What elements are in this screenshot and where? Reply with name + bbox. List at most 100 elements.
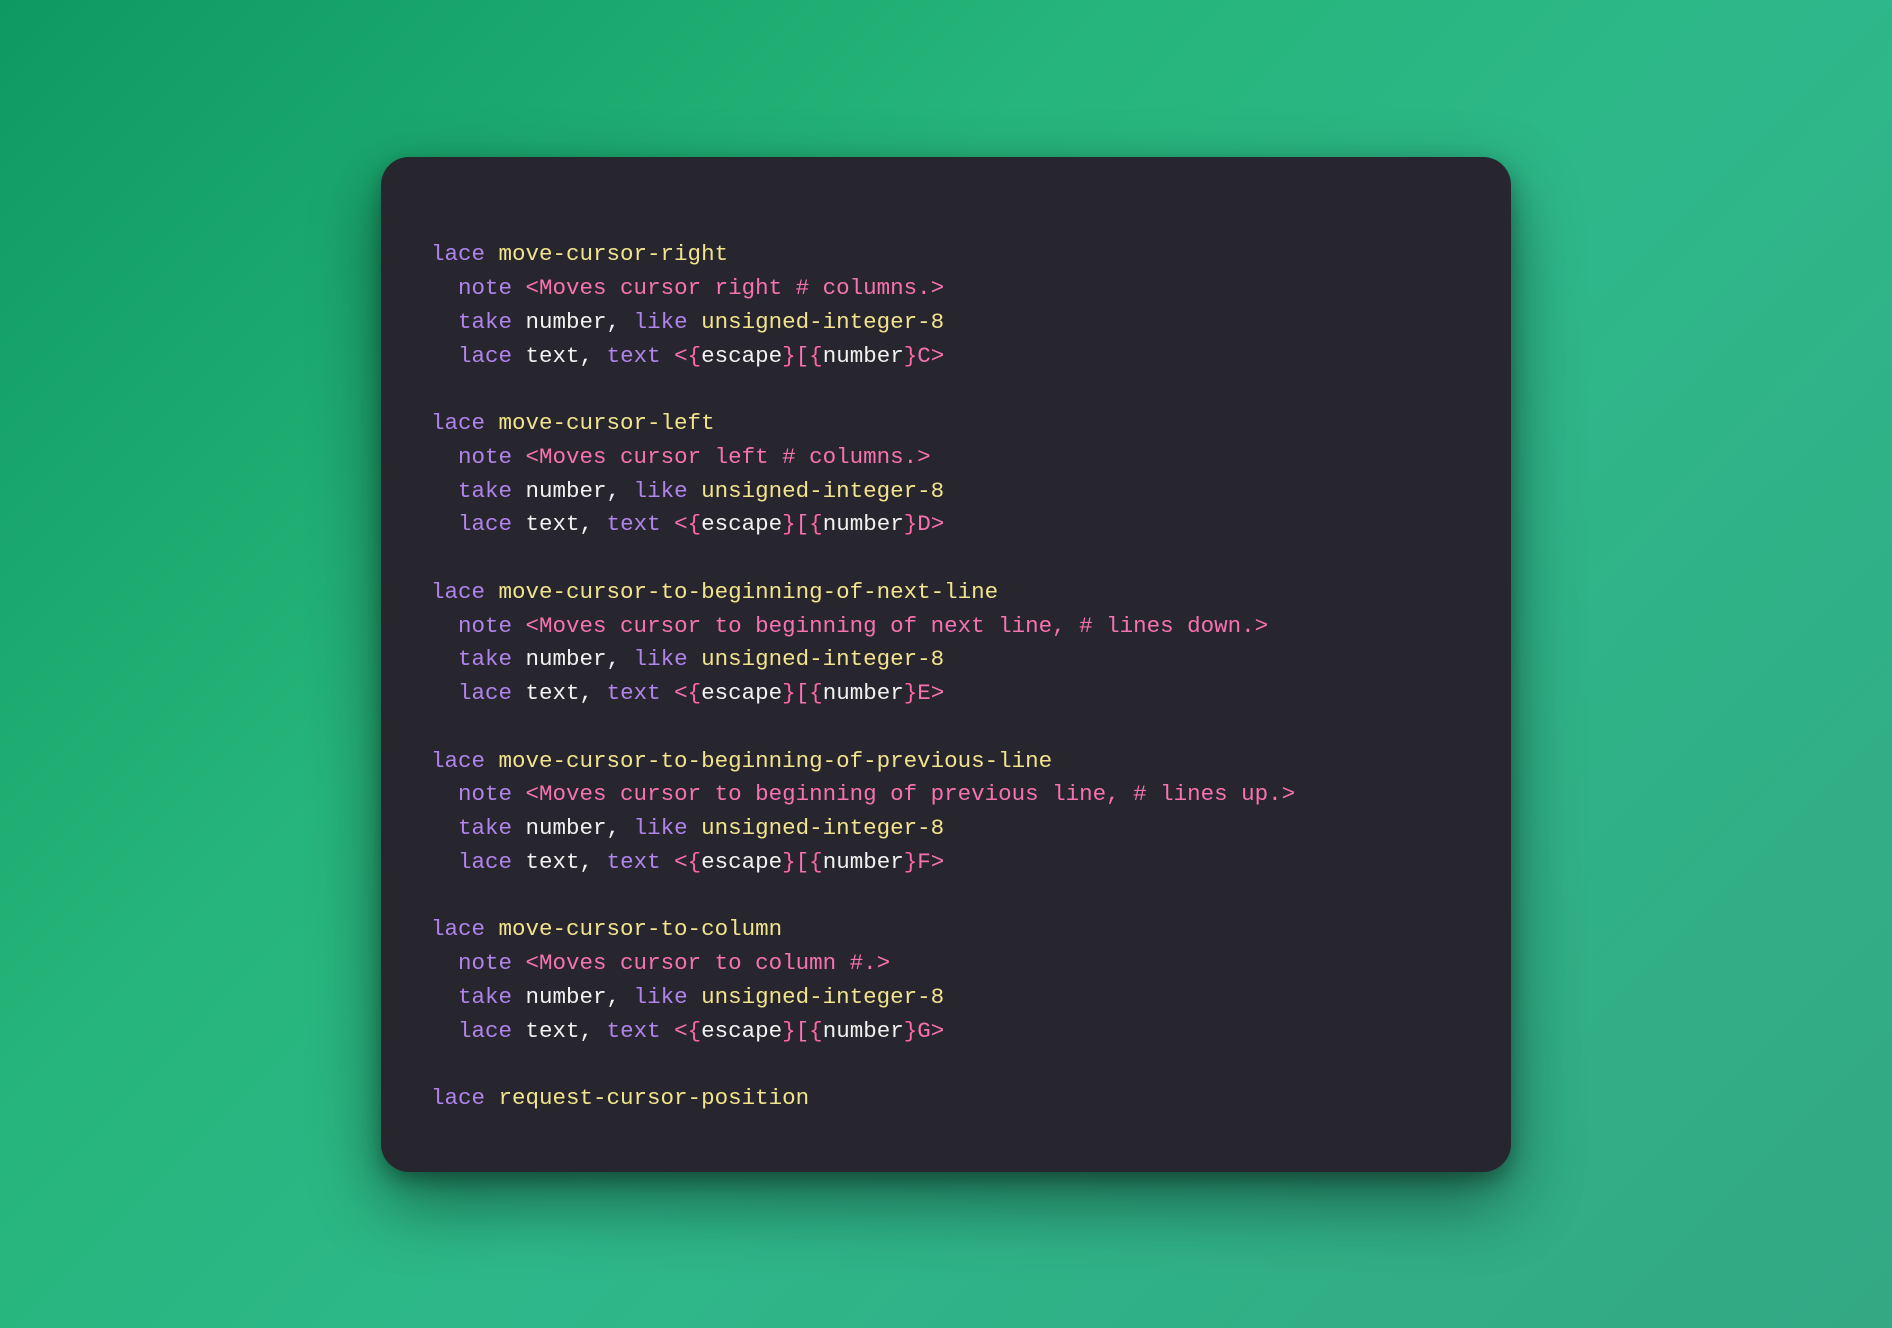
keyword-like: like: [634, 478, 688, 504]
brace-r: }: [782, 849, 796, 875]
line: lace move-cursor-to-column: [431, 916, 782, 942]
keyword-note: note: [458, 613, 512, 639]
interp-escape: escape: [701, 1018, 782, 1044]
brace-l: {: [688, 1018, 702, 1044]
keyword-text: text: [607, 343, 661, 369]
type-uint8: unsigned-integer-8: [701, 815, 944, 841]
line: take number, like unsigned-integer-8: [431, 646, 944, 672]
angle-gt: >: [931, 680, 945, 706]
keyword-lace: lace: [458, 680, 512, 706]
brace-l: {: [809, 511, 823, 537]
brace-r: }: [904, 343, 918, 369]
comma: ,: [607, 984, 634, 1010]
keyword-lace: lace: [431, 579, 485, 605]
type-uint8: unsigned-integer-8: [701, 478, 944, 504]
keyword-note: note: [458, 275, 512, 301]
note-text: Moves cursor left # columns.: [539, 444, 917, 470]
brace-l: {: [688, 343, 702, 369]
line: take number, like unsigned-integer-8: [431, 478, 944, 504]
keyword-like: like: [634, 984, 688, 1010]
keyword-lace: lace: [458, 1018, 512, 1044]
function-name: move-cursor-to-beginning-of-next-line: [499, 579, 999, 605]
line: lace text, text <{escape}[{number}D>: [431, 511, 944, 537]
line: note <Moves cursor left # columns.>: [431, 444, 931, 470]
brace-r: }: [782, 680, 796, 706]
angle-gt: >: [931, 1018, 945, 1044]
line: lace text, text <{escape}[{number}E>: [431, 680, 944, 706]
keyword-lace: lace: [431, 916, 485, 942]
angle-lt: <: [674, 849, 688, 875]
keyword-like: like: [634, 309, 688, 335]
angle-lt: <: [526, 275, 540, 301]
keyword-lace: lace: [431, 748, 485, 774]
keyword-lace: lace: [458, 849, 512, 875]
keyword-take: take: [458, 815, 512, 841]
comma: ,: [607, 815, 634, 841]
comma: ,: [607, 478, 634, 504]
comma: ,: [580, 511, 607, 537]
comma: ,: [580, 1018, 607, 1044]
keyword-take: take: [458, 478, 512, 504]
line: note <Moves cursor to beginning of previ…: [431, 781, 1295, 807]
line: note <Moves cursor to beginning of next …: [431, 613, 1268, 639]
bracket-l: [: [796, 511, 810, 537]
note-text: Moves cursor to column #.: [539, 950, 877, 976]
interp-escape: escape: [701, 849, 782, 875]
angle-gt: >: [931, 275, 945, 301]
angle-gt: >: [931, 343, 945, 369]
keyword-lace: lace: [431, 241, 485, 267]
keyword-take: take: [458, 984, 512, 1010]
keyword-note: note: [458, 950, 512, 976]
line: take number, like unsigned-integer-8: [431, 984, 944, 1010]
brace-r: }: [904, 1018, 918, 1044]
brace-r: }: [904, 849, 918, 875]
keyword-lace: lace: [431, 410, 485, 436]
type-uint8: unsigned-integer-8: [701, 309, 944, 335]
code-card: lace move-cursor-right note <Moves curso…: [381, 157, 1511, 1172]
note-text: Moves cursor to beginning of previous li…: [539, 781, 1282, 807]
function-name: move-cursor-right: [499, 241, 729, 267]
angle-lt: <: [674, 343, 688, 369]
keyword-text: text: [607, 680, 661, 706]
keyword-like: like: [634, 815, 688, 841]
line: note <Moves cursor right # columns.>: [431, 275, 944, 301]
line: lace move-cursor-to-beginning-of-next-li…: [431, 579, 998, 605]
bracket-l: [: [796, 343, 810, 369]
brace-r: }: [782, 1018, 796, 1044]
keyword-note: note: [458, 781, 512, 807]
brace-l: {: [688, 849, 702, 875]
brace-l: {: [809, 343, 823, 369]
interp-number: number: [823, 343, 904, 369]
type-uint8: unsigned-integer-8: [701, 984, 944, 1010]
line: note <Moves cursor to column #.>: [431, 950, 890, 976]
line: lace move-cursor-to-beginning-of-previou…: [431, 748, 1052, 774]
comma: ,: [580, 849, 607, 875]
line: lace text, text <{escape}[{number}G>: [431, 1018, 944, 1044]
bracket-l: [: [796, 1018, 810, 1044]
angle-lt: <: [674, 680, 688, 706]
brace-r: }: [904, 511, 918, 537]
suffix: C: [917, 343, 931, 369]
comma: ,: [580, 343, 607, 369]
note-text: Moves cursor right # columns.: [539, 275, 931, 301]
line: take number, like unsigned-integer-8: [431, 309, 944, 335]
keyword-lace: lace: [458, 343, 512, 369]
angle-gt: >: [917, 444, 931, 470]
interp-number: number: [823, 680, 904, 706]
line: lace move-cursor-left: [431, 410, 715, 436]
param-number: number: [526, 815, 607, 841]
line: lace move-cursor-right: [431, 241, 728, 267]
interp-escape: escape: [701, 343, 782, 369]
keyword-like: like: [634, 646, 688, 672]
text-ident: text: [526, 1018, 580, 1044]
interp-escape: escape: [701, 680, 782, 706]
suffix: D: [917, 511, 931, 537]
angle-lt: <: [526, 950, 540, 976]
param-number: number: [526, 478, 607, 504]
brace-r: }: [782, 511, 796, 537]
interp-escape: escape: [701, 511, 782, 537]
interp-number: number: [823, 1018, 904, 1044]
param-number: number: [526, 309, 607, 335]
angle-lt: <: [674, 1018, 688, 1044]
type-uint8: unsigned-integer-8: [701, 646, 944, 672]
